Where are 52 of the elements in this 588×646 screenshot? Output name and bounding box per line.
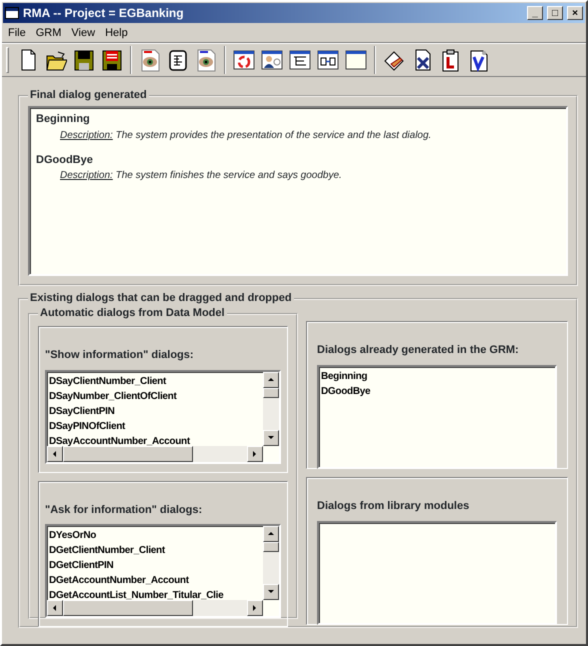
scroll-arrow-icon[interactable]	[51, 450, 59, 458]
maximize-button[interactable]: □	[547, 6, 563, 20]
list-item[interactable]: DSayClientPIN	[47, 404, 263, 418]
group-title: Final dialog generated	[29, 89, 148, 102]
dialog-description: Description: The system finishes the service and says goodbye.	[60, 169, 343, 183]
list-title: "Ask for information" dialogs:	[45, 502, 204, 518]
menu-item[interactable]: Help	[101, 24, 132, 42]
list-item[interactable]: DGoodBye	[319, 384, 555, 398]
menu-item[interactable]: View	[67, 24, 100, 42]
menu-item[interactable]: File	[4, 24, 30, 42]
scroll-thumb[interactable]	[63, 600, 193, 616]
minimize-button[interactable]: _	[527, 6, 543, 20]
scroll-thumb[interactable]	[263, 542, 279, 552]
eye-document-icon[interactable]	[195, 48, 217, 72]
list-item[interactable]: DGetClientNumber_Client	[47, 543, 263, 558]
list-item[interactable]: DGetAccountNumber_Account	[47, 573, 263, 588]
blank-window-icon[interactable]	[345, 48, 367, 72]
dialog-name: Beginning	[36, 112, 91, 127]
list-title: Dialogs already generated in the GRM:	[317, 343, 520, 358]
list-title: "Show information" dialogs:	[45, 348, 195, 363]
close-button[interactable]: ×	[567, 6, 583, 20]
document-icon[interactable]	[167, 48, 189, 72]
list-title: Dialogs from library modules	[317, 499, 470, 514]
vertical-scrollbar[interactable]	[263, 372, 279, 446]
list-item[interactable]: DYesOrNo	[47, 528, 263, 543]
eye-document-icon[interactable]	[139, 48, 161, 72]
flow-window-icon[interactable]	[317, 48, 339, 72]
app-icon	[5, 7, 19, 19]
scroll-thumb[interactable]	[63, 446, 193, 462]
vertical-scrollbar[interactable]	[263, 526, 279, 600]
list-item[interactable]: DSayPINOfClient	[47, 418, 263, 434]
horizontal-scrollbar[interactable]	[47, 446, 263, 462]
window-title: RMA -- Project = EGBanking	[23, 5, 185, 22]
tree-window-icon[interactable]	[289, 48, 311, 72]
list-item[interactable]: DGetClientPIN	[47, 558, 263, 573]
group-title: Automatic dialogs from Data Model	[39, 307, 226, 320]
list-item[interactable]: DSayAccountNumber_Account	[47, 434, 263, 446]
list-item[interactable]: Beginning	[319, 368, 555, 384]
recycle-window-icon[interactable]	[233, 48, 255, 72]
scroll-arrow-icon[interactable]	[267, 530, 275, 538]
scroll-arrow-icon[interactable]	[267, 376, 275, 384]
list-item[interactable]: DSayNumber_ClientOfClient	[47, 388, 263, 404]
menu-item[interactable]: GRM	[32, 24, 66, 42]
dialog-name: DGoodBye	[36, 152, 94, 168]
list-item[interactable]: DGetAccountList_Number_Titular_Clie	[47, 588, 263, 600]
scroll-thumb[interactable]	[263, 388, 279, 398]
person-window-icon[interactable]	[261, 48, 283, 72]
dialog-description: Description: The system provides the presentation of the service and the last dialog.	[60, 128, 432, 142]
horizontal-scrollbar[interactable]	[47, 600, 263, 616]
scroll-arrow-icon[interactable]	[51, 604, 59, 612]
group-title: Existing dialogs that can be dragged and dropped	[29, 292, 293, 305]
list-item[interactable]: DSayClientNumber_Client	[47, 374, 263, 388]
